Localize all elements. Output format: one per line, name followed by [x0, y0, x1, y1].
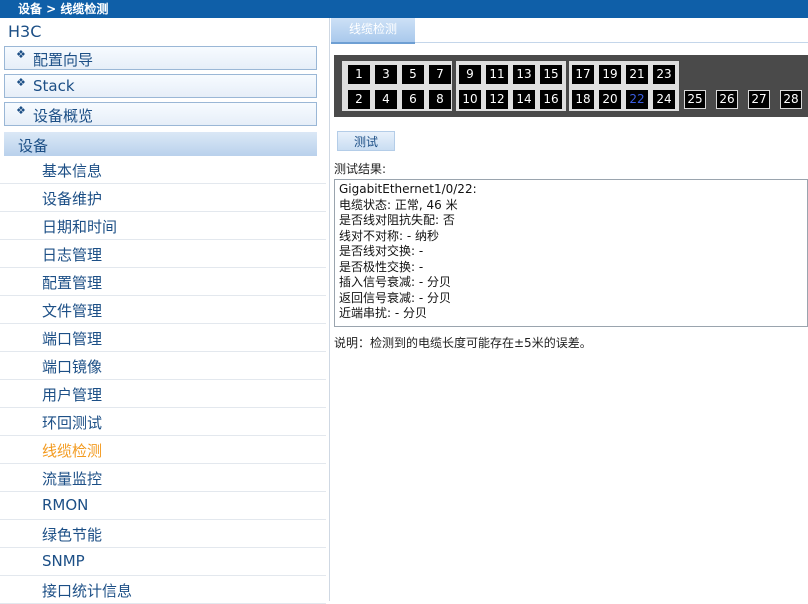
- port-group-1: 1 3 5 7 2 4 6 8: [342, 61, 452, 111]
- result-line: 返回信号衰减: - 分贝: [339, 290, 452, 305]
- nav-section-label: 设备: [18, 137, 49, 155]
- brand-logo: H3C: [8, 22, 42, 41]
- port-22-selected[interactable]: 22: [626, 90, 648, 109]
- sidebar-item-loopback[interactable]: 环回测试: [0, 408, 326, 436]
- port-6[interactable]: 6: [402, 90, 424, 109]
- port-group-3: 17 19 21 23 18 20 22 24: [569, 61, 679, 111]
- port-15[interactable]: 15: [540, 65, 562, 84]
- result-line: GigabitEthernet1/0/22:: [339, 182, 477, 196]
- port-17[interactable]: 17: [572, 65, 594, 84]
- sidebar-item-label: 端口管理: [42, 330, 103, 348]
- sidebar-item-mirror[interactable]: 端口镜像: [0, 352, 326, 380]
- sidebar-item-label: 流量监控: [42, 470, 103, 488]
- sidebar-item-log[interactable]: 日志管理: [0, 240, 326, 268]
- port-12[interactable]: 12: [486, 90, 508, 109]
- port-5[interactable]: 5: [402, 65, 424, 84]
- sidebar-item-basic-info[interactable]: 基本信息: [0, 156, 326, 184]
- result-line: 是否极性交换: -: [339, 259, 424, 274]
- sidebar-item-label: 配置管理: [42, 274, 103, 292]
- switch-panel: 1 3 5 7 2 4 6 8 9 11 13 15 10 12 14 16 1…: [334, 55, 808, 117]
- nav-group-label: Stack: [33, 77, 75, 95]
- port-13[interactable]: 13: [513, 65, 535, 84]
- sidebar-item-label: 端口镜像: [42, 358, 103, 376]
- port-25[interactable]: 25: [684, 90, 706, 109]
- tab-cable-test[interactable]: 线缆检测: [331, 18, 415, 44]
- port-9[interactable]: 9: [459, 65, 481, 84]
- sidebar-item-label: 绿色节能: [42, 526, 103, 544]
- nav-group-label: 配置向导: [33, 51, 94, 69]
- sidebar-item-snmp[interactable]: SNMP: [0, 548, 326, 576]
- sidebar-item-label: 设备维护: [42, 190, 103, 208]
- result-line: 电缆状态: 正常, 46 米: [339, 197, 458, 212]
- nav-group-overview[interactable]: ❖ 设备概览: [4, 102, 317, 126]
- diamond-icon: ❖: [16, 104, 26, 117]
- port-3[interactable]: 3: [375, 65, 397, 84]
- sidebar-item-traffic[interactable]: 流量监控: [0, 464, 326, 492]
- sidebar-item-label: 用户管理: [42, 386, 103, 404]
- test-button[interactable]: 测试: [337, 131, 395, 151]
- sidebar-item-label: 基本信息: [42, 162, 103, 180]
- result-line: 插入信号衰减: - 分贝: [339, 275, 452, 289]
- port-24[interactable]: 24: [653, 90, 675, 109]
- port-27[interactable]: 27: [748, 90, 770, 109]
- sidebar-item-label: SNMP: [42, 552, 85, 570]
- result-line: 是否线对交换: -: [339, 244, 424, 258]
- port-14[interactable]: 14: [513, 90, 535, 109]
- sidebar-item-ports[interactable]: 端口管理: [0, 324, 326, 352]
- nav-section-device[interactable]: 设备: [4, 132, 317, 156]
- nav-group-wizard[interactable]: ❖ 配置向导: [4, 46, 317, 70]
- port-7[interactable]: 7: [429, 65, 451, 84]
- port-4[interactable]: 4: [375, 90, 397, 109]
- port-1[interactable]: 1: [348, 65, 370, 84]
- result-label: 测试结果:: [334, 162, 387, 176]
- port-18[interactable]: 18: [572, 90, 594, 109]
- sidebar-item-label: 接口统计信息: [42, 582, 133, 600]
- diamond-icon: ❖: [16, 48, 26, 61]
- result-line: 线对不对称: - 纳秒: [339, 228, 440, 243]
- port-26[interactable]: 26: [716, 90, 738, 109]
- sidebar-item-config[interactable]: 配置管理: [0, 268, 326, 296]
- sidebar-item-files[interactable]: 文件管理: [0, 296, 326, 324]
- result-line: 是否线对阻抗失配: 否: [339, 213, 455, 227]
- port-28[interactable]: 28: [780, 90, 802, 109]
- port-10[interactable]: 10: [459, 90, 481, 109]
- sidebar-item-label: 环回测试: [42, 414, 103, 432]
- breadcrumb-bar: 设备 > 线缆检测: [0, 0, 808, 18]
- port-20[interactable]: 20: [599, 90, 621, 109]
- sidebar-item-label: RMON: [42, 496, 89, 514]
- sidebar-item-maintenance[interactable]: 设备维护: [0, 184, 326, 212]
- main-content: 线缆检测 1 3 5 7 2 4 6 8 9 11 13 15 10 12 14…: [331, 18, 808, 601]
- sidebar-item-datetime[interactable]: 日期和时间: [0, 212, 326, 240]
- sidebar-item-label: 线缆检测: [42, 442, 103, 460]
- tab-divider: [415, 42, 808, 43]
- note-text: 说明：检测到的电缆长度可能存在±5米的误差。: [334, 336, 592, 350]
- nav-group-label: 设备概览: [33, 107, 94, 125]
- port-group-2: 9 11 13 15 10 12 14 16: [456, 61, 566, 111]
- sidebar-item-users[interactable]: 用户管理: [0, 380, 326, 408]
- port-19[interactable]: 19: [599, 65, 621, 84]
- port-11[interactable]: 11: [486, 65, 508, 84]
- sidebar-item-iface-stats[interactable]: 接口统计信息: [0, 576, 326, 604]
- port-2[interactable]: 2: [348, 90, 370, 109]
- sidebar-item-label: 日期和时间: [42, 218, 118, 236]
- port-8[interactable]: 8: [429, 90, 451, 109]
- sidebar-item-label: 文件管理: [42, 302, 103, 320]
- sidebar-item-green[interactable]: 绿色节能: [0, 520, 326, 548]
- port-23[interactable]: 23: [653, 65, 675, 84]
- diamond-icon: ❖: [16, 76, 26, 89]
- result-line: 近端串扰: - 分贝: [339, 306, 428, 320]
- sidebar-item-rmon[interactable]: RMON: [0, 492, 326, 520]
- port-21[interactable]: 21: [626, 65, 648, 84]
- sidebar-item-cable-test[interactable]: 线缆检测: [0, 436, 326, 464]
- nav-group-stack[interactable]: ❖ Stack: [4, 74, 317, 98]
- port-16[interactable]: 16: [540, 90, 562, 109]
- sidebar-item-label: 日志管理: [42, 246, 103, 264]
- breadcrumb: 设备 > 线缆检测: [18, 2, 109, 16]
- result-box: GigabitEthernet1/0/22: 电缆状态: 正常, 46 米 是否…: [334, 179, 808, 327]
- sidebar: H3C ❖ 配置向导 ❖ Stack ❖ 设备概览 设备 基本信息 设备维护 日…: [0, 18, 330, 604]
